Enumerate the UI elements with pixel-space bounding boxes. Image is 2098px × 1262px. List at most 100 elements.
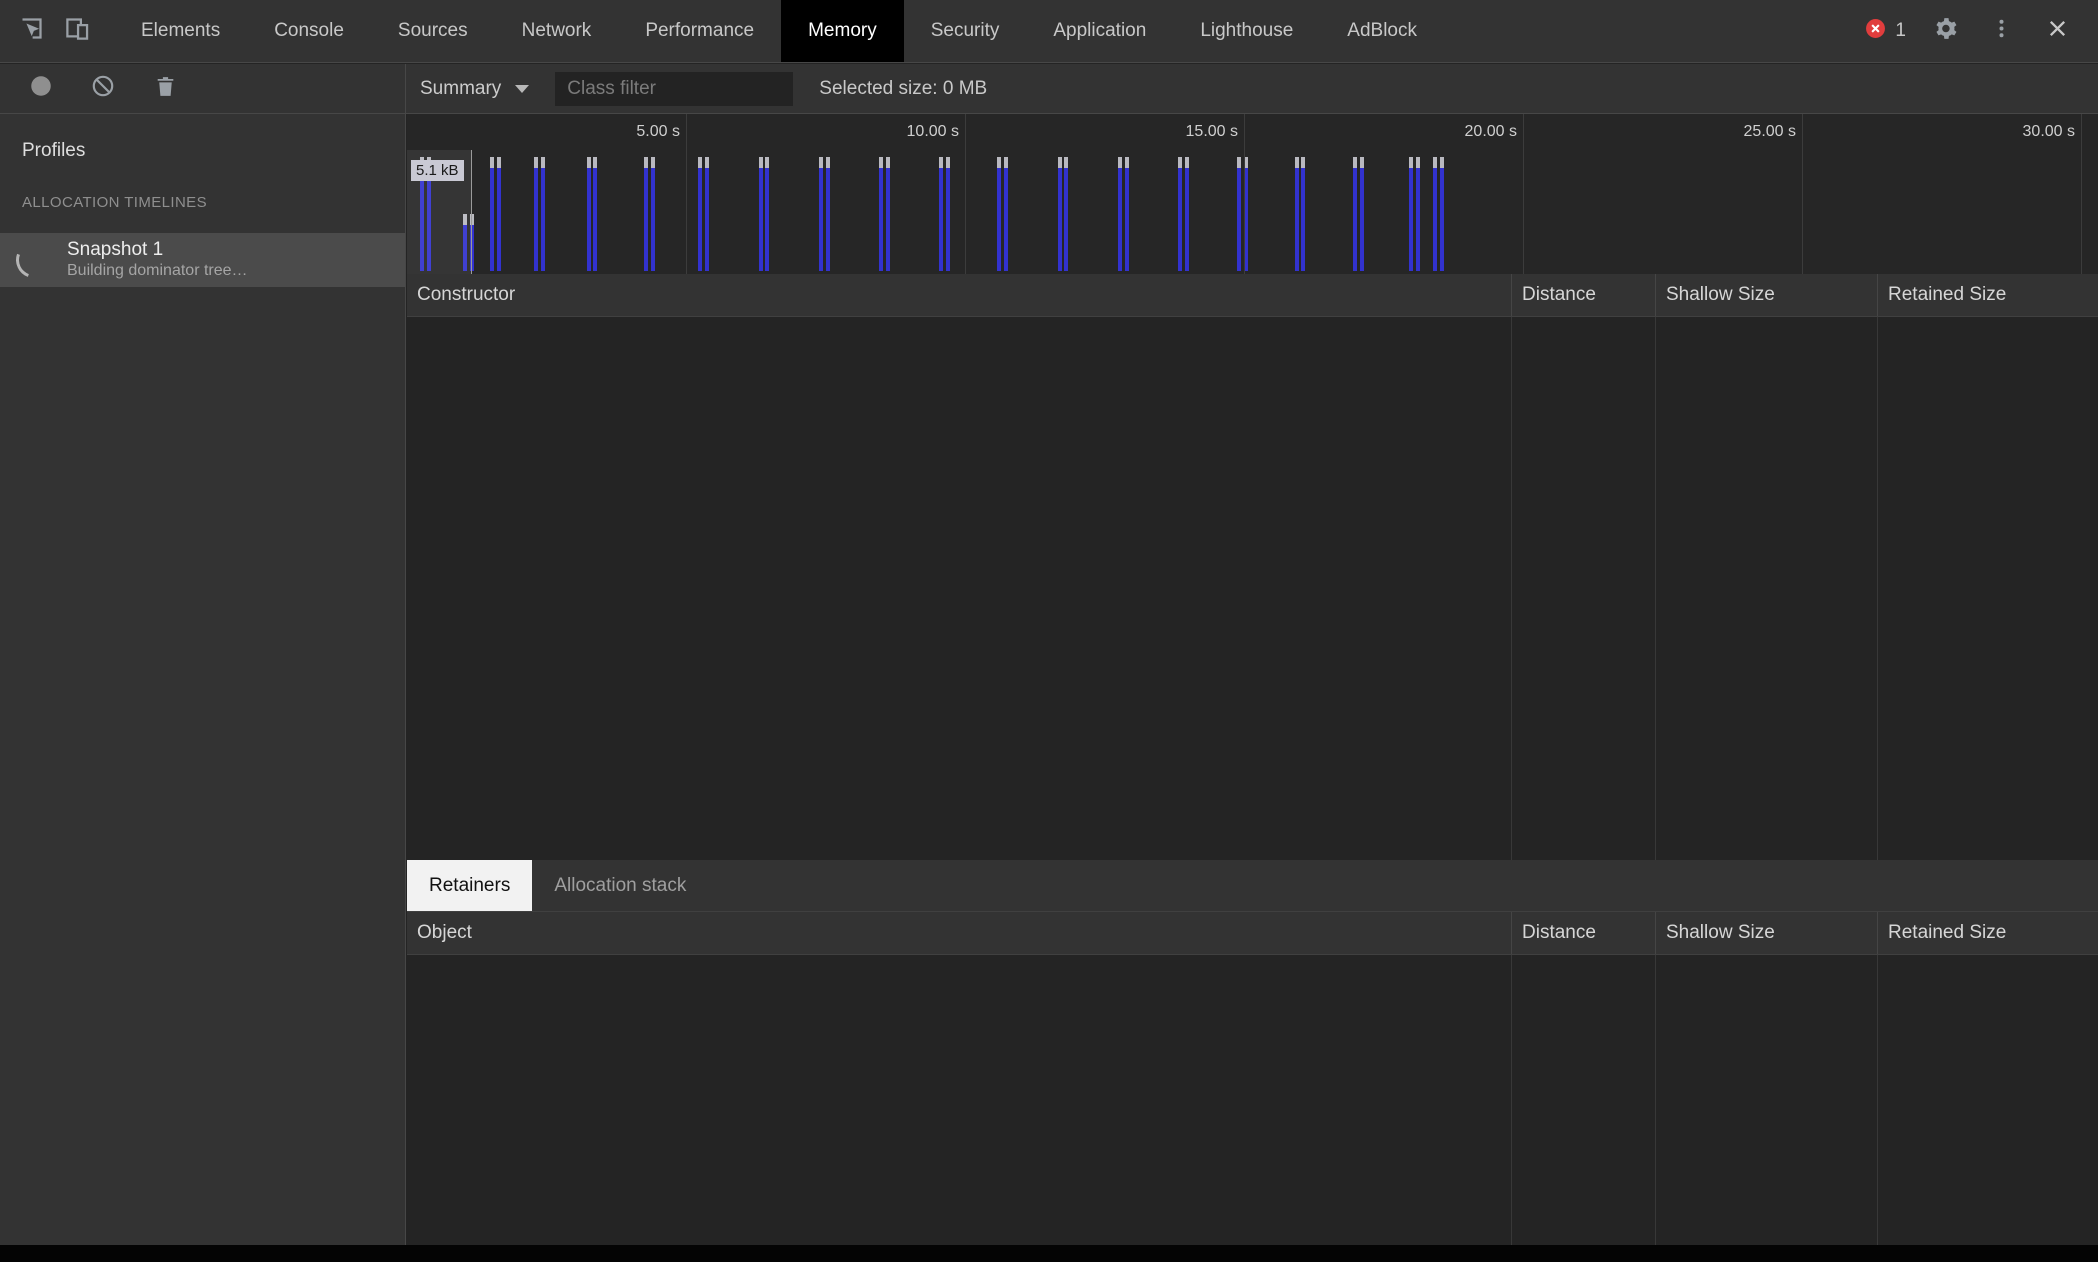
devtools-tabbar: Elements Console Sources Network Performance… (0, 0, 2098, 63)
object-header-distance[interactable]: Distance (1511, 912, 1655, 954)
tab-memory[interactable]: Memory (781, 0, 904, 62)
loading-spinner-icon (10, 236, 58, 284)
selected-size-label: Selected size: 0 MB (819, 77, 988, 99)
timeline-time-label: 25.00 s (1743, 123, 1796, 140)
allocation-bar (540, 157, 545, 271)
profiles-heading: Profiles (22, 140, 86, 161)
allocation-bar (758, 157, 763, 271)
block-icon (90, 73, 116, 104)
selection-size-chip: 5.1 kB (411, 160, 464, 181)
allocation-bar (1178, 157, 1183, 271)
timeline-time-label: 15.00 s (1185, 123, 1238, 140)
tab-lighthouse[interactable]: Lighthouse (1173, 0, 1320, 62)
allocation-bar (1359, 157, 1364, 271)
allocation-bar (644, 157, 649, 271)
allocation-bar (1237, 157, 1242, 271)
timeline-gridline (686, 114, 687, 274)
timeline-gridline (1244, 114, 1245, 274)
allocation-bar (825, 157, 830, 271)
allocation-bar (1409, 157, 1414, 271)
tab-elements[interactable]: Elements (114, 0, 247, 62)
retainers-tabbar: Retainers Allocation stack (407, 860, 2098, 912)
timeline-time-label: 30.00 s (2022, 123, 2075, 140)
allocation-bar (885, 157, 890, 271)
constructor-header-shallow-size[interactable]: Shallow Size (1655, 274, 1877, 316)
profiles-sidebar: Profiles ALLOCATION TIMELINES Snapshot 1… (0, 114, 406, 1245)
constructor-header-constructor[interactable]: Constructor (407, 274, 1511, 316)
object-header-retained-size[interactable]: Retained Size (1877, 912, 2098, 954)
allocation-bar (1057, 157, 1062, 271)
view-toolbar: Summary Selected size: 0 MB (406, 64, 987, 113)
timeline-gridline (1802, 114, 1803, 274)
error-badge[interactable]: 1 (1859, 18, 1912, 44)
timeline-gridline (2081, 114, 2082, 274)
close-devtools-button[interactable] (2034, 8, 2080, 54)
record-heap-button[interactable] (18, 66, 64, 112)
clear-profiles-button[interactable] (80, 66, 126, 112)
tabbar-right-controls: 1 (1859, 8, 2098, 54)
allocation-bar (1064, 157, 1069, 271)
close-icon (2046, 17, 2069, 45)
allocation-bar (1117, 157, 1122, 271)
allocation-bar (650, 157, 655, 271)
allocation-bar (1415, 157, 1420, 271)
timeline-time-label: 5.00 s (636, 123, 680, 140)
perspective-select-value: Summary (420, 77, 502, 99)
gear-icon (1933, 16, 1958, 46)
tab-application[interactable]: Application (1026, 0, 1173, 62)
record-icon (28, 73, 54, 104)
retainers-tab-retainers[interactable]: Retainers (407, 860, 533, 911)
allocation-bar (939, 157, 944, 271)
allocation-bar (1184, 157, 1189, 271)
tab-network[interactable]: Network (495, 0, 619, 62)
allocation-bar (490, 157, 495, 271)
delete-profile-button[interactable] (142, 66, 188, 112)
trash-icon (153, 74, 178, 104)
tab-security[interactable]: Security (904, 0, 1027, 62)
timeline-overview[interactable]: 5.1 kB 5.00 s 10.00 s 15.00 s 20.00 s 25.00 … (407, 114, 2098, 275)
tab-adblock[interactable]: AdBlock (1320, 0, 1444, 62)
object-body-col-3 (1877, 955, 2098, 1245)
allocation-bar (586, 157, 591, 271)
device-toolbar-button[interactable] (54, 8, 100, 54)
allocation-bar (1004, 157, 1009, 271)
object-table-header: Object Distance Shallow Size Retained Size (407, 912, 2098, 955)
constructor-header-distance[interactable]: Distance (1511, 274, 1655, 316)
sidebar-item-snapshot-1[interactable]: Snapshot 1 Building dominator tree… (0, 233, 405, 287)
object-header-object[interactable]: Object (407, 912, 1511, 954)
constructor-body-col-0 (407, 317, 1511, 860)
allocation-bar (1439, 157, 1444, 271)
allocation-bar (1301, 157, 1306, 271)
retainers-tab-allocation-stack[interactable]: Allocation stack (532, 860, 708, 911)
perspective-select[interactable]: Summary (420, 77, 530, 100)
constructor-header-retained-size[interactable]: Retained Size (1877, 274, 2098, 316)
settings-button[interactable] (1922, 8, 1968, 54)
timeline-bars (407, 156, 2098, 274)
chevron-down-icon (515, 84, 530, 93)
allocation-bar (593, 157, 598, 271)
inspect-cursor-icon (18, 15, 45, 47)
snapshot-status: Building dominator tree… (67, 262, 248, 280)
tab-performance[interactable]: Performance (618, 0, 781, 62)
memory-main-panel: 5.1 kB 5.00 s 10.00 s 15.00 s 20.00 s 25.00 … (407, 114, 2098, 1245)
device-toolbar-icon (64, 15, 91, 47)
inspect-element-button[interactable] (8, 8, 54, 54)
object-body-col-0 (407, 955, 1511, 1245)
allocation-bar (1433, 157, 1438, 271)
object-table-body (407, 955, 2098, 1245)
constructor-table-header: Constructor Distance Shallow Size Retained … (407, 274, 2098, 317)
more-options-button[interactable] (1978, 8, 2024, 54)
allocation-bar (1352, 157, 1357, 271)
tab-console[interactable]: Console (247, 0, 371, 62)
object-header-shallow-size[interactable]: Shallow Size (1655, 912, 1877, 954)
class-filter-input[interactable] (555, 71, 794, 106)
kebab-menu-icon (1990, 17, 2013, 45)
timeline-gridline (965, 114, 966, 274)
timeline-gridline (1523, 114, 1524, 274)
constructor-body-col-1 (1511, 317, 1655, 860)
memory-toolbar: Summary Selected size: 0 MB (0, 64, 2098, 114)
allocation-bar (1294, 157, 1299, 271)
tab-sources[interactable]: Sources (371, 0, 495, 62)
allocation-bar (946, 157, 951, 271)
timeline-time-label: 20.00 s (1464, 123, 1517, 140)
